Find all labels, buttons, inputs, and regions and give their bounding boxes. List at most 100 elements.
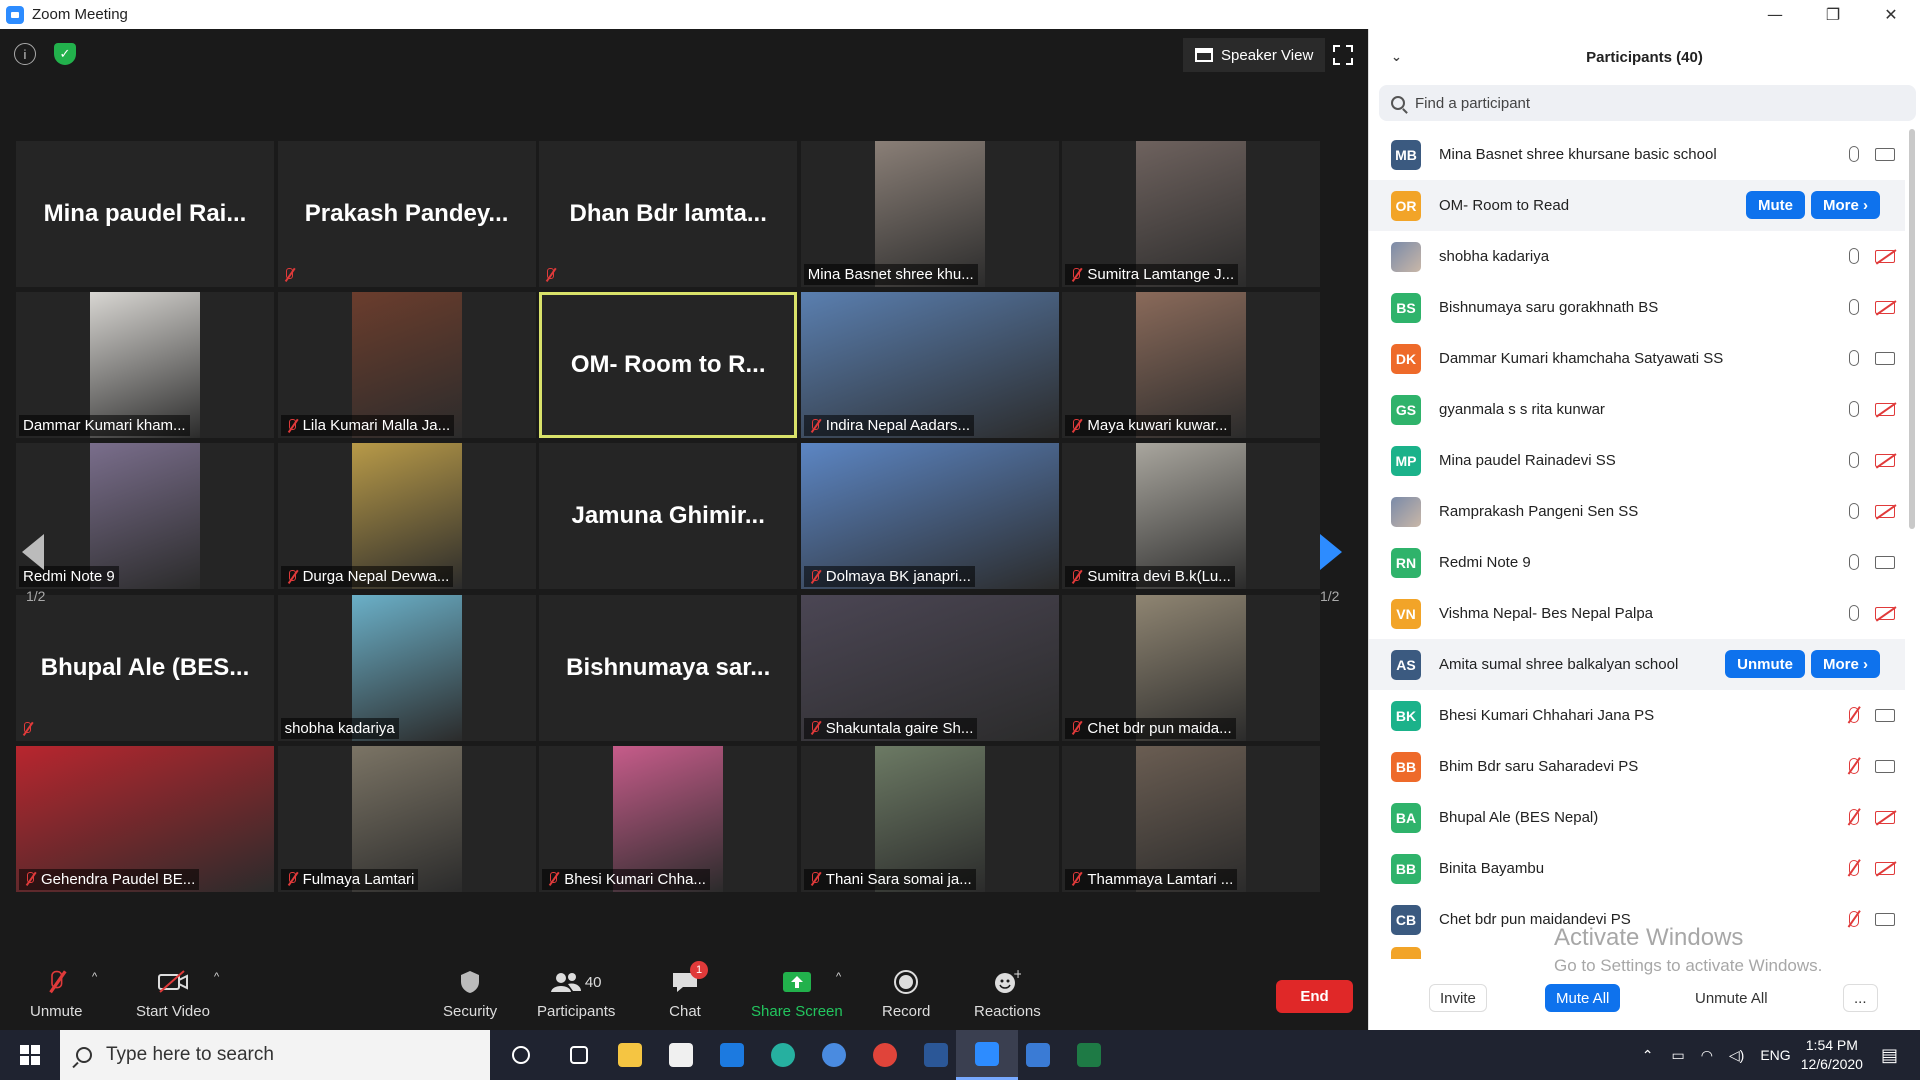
video-options-caret-icon[interactable]: ^ <box>214 971 219 983</box>
security-button[interactable]: Security <box>443 967 497 1020</box>
participant-row[interactable]: BB Binita Bayambu <box>1369 843 1905 894</box>
mute-all-button[interactable]: Mute All <box>1545 984 1621 1012</box>
record-button[interactable]: Record <box>882 967 930 1020</box>
participant-row[interactable]: BS Bishnumaya saru gorakhnath BS <box>1369 282 1905 333</box>
video-tile[interactable]: Sumitra devi B.k(Lu... <box>1062 443 1321 590</box>
invite-button[interactable]: Invite <box>1429 984 1487 1012</box>
share-options-caret-icon[interactable]: ^ <box>836 971 841 983</box>
start-video-button[interactable]: Start Video <box>136 967 210 1020</box>
camera-off-icon <box>1875 606 1895 620</box>
video-tile[interactable]: shobha kadariya <box>277 594 536 741</box>
collapse-chevron-icon[interactable]: ⌄ <box>1391 49 1402 65</box>
participant-row[interactable]: BA Bhupal Ale (BES Nepal) <box>1369 792 1905 843</box>
muted-mic-icon <box>808 871 822 887</box>
participant-name: Dammar Kumari khamchaha Satyawati SS <box>1439 350 1724 367</box>
end-meeting-button[interactable]: End <box>1276 980 1353 1013</box>
speaker-view-button[interactable]: Speaker View <box>1183 38 1326 72</box>
unmute-button[interactable]: Unmute <box>30 967 83 1020</box>
previous-page-arrow-icon[interactable] <box>22 534 44 570</box>
tile-name-label: Maya kuwari kuwar... <box>1065 415 1232 437</box>
participant-row[interactable]: BB Bhim Bdr saru Saharadevi PS <box>1369 741 1905 792</box>
chat-button[interactable]: 1 Chat <box>668 961 708 1020</box>
mic-icon <box>1849 605 1859 621</box>
video-tile[interactable]: Bishnumaya sar... <box>539 594 798 741</box>
cortana-icon[interactable] <box>490 1030 552 1080</box>
maximize-button[interactable]: ❐ <box>1804 0 1862 29</box>
file-explorer-icon-glyph <box>618 1043 642 1067</box>
notifications-icon[interactable]: ▤ <box>1881 1045 1898 1066</box>
video-tile[interactable]: Fulmaya Lamtari <box>277 745 536 892</box>
video-tile[interactable]: OM- Room to R... <box>539 292 798 439</box>
more-participant-button[interactable]: More › <box>1811 191 1880 219</box>
video-tile[interactable]: Shakuntala gaire Sh... <box>800 594 1059 741</box>
video-tile[interactable]: Chet bdr pun maida... <box>1062 594 1321 741</box>
video-tile[interactable]: Durga Nepal Devwa... <box>277 443 536 590</box>
mic-icon <box>1849 299 1859 315</box>
video-tile[interactable]: Redmi Note 9 <box>16 443 274 590</box>
wifi-icon[interactable]: ◠ <box>1701 1047 1713 1064</box>
video-tile[interactable]: Mina paudel Rai... <box>16 141 274 287</box>
participant-row[interactable]: VN Vishma Nepal- Bes Nepal Palpa <box>1369 588 1905 639</box>
participant-row[interactable]: GS gyanmala s s rita kunwar <box>1369 384 1905 435</box>
video-tile[interactable]: Indira Nepal Aadars... <box>800 292 1059 439</box>
participant-row[interactable]: BK Bhesi Kumari Chhahari Jana PS <box>1369 690 1905 741</box>
video-tile[interactable]: Maya kuwari kuwar... <box>1062 292 1321 439</box>
participant-row[interactable]: MP Mina paudel Rainadevi SS <box>1369 435 1905 486</box>
participant-row[interactable]: Ramprakash Pangeni Sen SS <box>1369 486 1905 537</box>
close-button[interactable]: ✕ <box>1862 0 1920 29</box>
video-tile[interactable]: Dhan Bdr lamta... <box>539 141 798 287</box>
video-tile[interactable]: Mina Basnet shree khu... <box>800 141 1059 287</box>
participants-button[interactable]: 40 Participants <box>537 967 615 1020</box>
participant-row[interactable]: shobha kadariya <box>1369 231 1905 282</box>
video-tile[interactable]: Gehendra Paudel BE... <box>16 745 274 892</box>
minimize-button[interactable]: — <box>1746 0 1804 29</box>
participant-name: Amita sumal shree balkalyan school <box>1439 656 1679 673</box>
video-tile[interactable]: Dammar Kumari kham... <box>16 292 274 439</box>
participant-list-scrollbar[interactable] <box>1909 129 1915 529</box>
audio-options-caret-icon[interactable]: ^ <box>92 971 97 983</box>
info-icon[interactable]: i <box>14 43 36 65</box>
participant-search-input[interactable]: Find a participant <box>1379 85 1916 121</box>
volume-icon[interactable]: ◁) <box>1729 1047 1744 1064</box>
start-button[interactable] <box>0 1030 60 1080</box>
excel-icon[interactable] <box>1058 1030 1120 1080</box>
participant-row[interactable]: MB Mina Basnet shree khursane basic schoo… <box>1369 129 1905 180</box>
participant-row[interactable]: RN Redmi Note 9 <box>1369 537 1905 588</box>
reactions-button[interactable]: + Reactions <box>974 967 1041 1020</box>
fullscreen-icon[interactable] <box>1333 45 1353 65</box>
participant-row[interactable]: OR OM- Room to Read Mute More › <box>1369 180 1905 231</box>
clock[interactable]: 1:54 PM 12/6/2020 <box>1801 1036 1863 1074</box>
video-tile[interactable]: Thammaya Lamtari ... <box>1062 745 1321 892</box>
taskbar-search-box[interactable]: Type here to search <box>60 1030 490 1080</box>
video-tile[interactable]: Dolmaya BK janapri... <box>800 443 1059 590</box>
video-tile[interactable]: Thani Sara somai ja... <box>800 745 1059 892</box>
avatar: BB <box>1391 751 1421 782</box>
video-tile[interactable]: Bhupal Ale (BES... <box>16 594 274 741</box>
muted-mic-icon <box>285 871 299 887</box>
encryption-shield-icon[interactable]: ✓ <box>54 43 76 65</box>
mute-participant-button[interactable]: Mute <box>1746 191 1805 219</box>
participant-status-icons <box>1849 554 1895 570</box>
battery-icon[interactable]: ▭ <box>1671 1047 1684 1064</box>
unmute-all-button[interactable]: Unmute All <box>1685 984 1778 1012</box>
video-tile[interactable]: Lila Kumari Malla Ja... <box>277 292 536 439</box>
input-language[interactable]: ENG <box>1760 1047 1790 1063</box>
chrome-icon-glyph <box>873 1043 897 1067</box>
participant-row[interactable]: DK Dammar Kumari khamchaha Satyawati SS <box>1369 333 1905 384</box>
share-screen-button[interactable]: Share Screen <box>751 967 843 1020</box>
participant-row[interactable]: AS Amita sumal shree balkalyan school Unmu… <box>1369 639 1905 690</box>
video-tile[interactable]: Jamuna Ghimir... <box>539 443 798 590</box>
store-icon-glyph <box>669 1043 693 1067</box>
next-page-arrow-icon[interactable] <box>1320 534 1342 570</box>
tray-overflow-chevron-icon[interactable]: ⌃ <box>1642 1047 1654 1064</box>
video-tile[interactable]: Sumitra Lamtange J... <box>1062 141 1321 287</box>
muted-mic-icon <box>1069 267 1083 283</box>
participant-list: MB Mina Basnet shree khursane basic schoo… <box>1369 129 1905 945</box>
video-tile[interactable]: Prakash Pandey... <box>277 141 536 287</box>
more-options-button[interactable]: ... <box>1843 984 1878 1012</box>
speaker-view-icon <box>1195 48 1213 62</box>
mic-icon <box>1849 401 1859 417</box>
video-tile[interactable]: Bhesi Kumari Chha... <box>539 745 798 892</box>
more-participant-button[interactable]: More › <box>1811 650 1880 678</box>
unmute-participant-button[interactable]: Unmute <box>1725 650 1805 678</box>
